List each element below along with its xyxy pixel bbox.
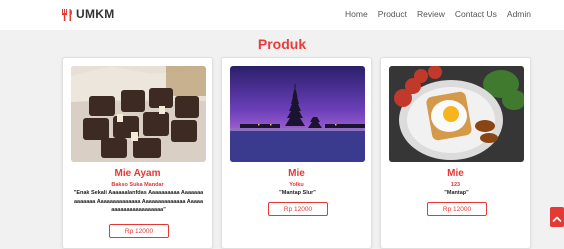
temple-image <box>230 66 365 162</box>
product-name: Mie Ayam <box>114 168 161 179</box>
nav-link-contact-us[interactable]: Contact Us <box>455 9 497 19</box>
nav-link-product[interactable]: Product <box>378 9 407 19</box>
navbar: UMKM Home Product Review Contact Us Admi… <box>0 0 564 30</box>
nav-links: Home Product Review Contact Us Admin <box>345 9 531 19</box>
product-subtitle: Bakso Suka Mandar <box>111 182 164 188</box>
nav-link-admin[interactable]: Admin <box>507 9 531 19</box>
brand-name: UMKM <box>76 7 115 21</box>
price-button[interactable]: Rp 12000 <box>427 202 487 216</box>
product-subtitle: 123 <box>450 182 461 188</box>
product-card: Mie Yolku "Mantap Slur" Rp 12000 <box>221 57 372 249</box>
price-button[interactable]: Rp 12000 <box>109 224 169 238</box>
scroll-to-top-button[interactable] <box>550 207 564 227</box>
section-title: Produk <box>257 36 307 52</box>
chevron-up-icon <box>552 208 562 227</box>
nav-link-review[interactable]: Review <box>417 9 445 19</box>
nav-link-home[interactable]: Home <box>345 9 368 19</box>
product-description: "Enak Sekali Aaaaaalanfdas Aaaaaaaaaa Aa… <box>73 190 204 214</box>
brand-logo[interactable]: UMKM <box>60 7 115 21</box>
product-card: Mie 123 "Mantap" Rp 12000 <box>380 57 531 249</box>
product-subtitle: Yolku <box>289 182 304 188</box>
utensils-icon <box>60 7 74 21</box>
product-name: Mie <box>447 168 464 179</box>
price-button[interactable]: Rp 12000 <box>268 202 328 216</box>
product-card: Mie Ayam Bakso Suka Mandar "Enak Sekali … <box>62 57 213 249</box>
chocolate-image <box>71 66 206 162</box>
breakfast-image <box>389 66 524 162</box>
product-description: "Mantap Slur" <box>279 190 316 196</box>
product-name: Mie <box>288 168 305 179</box>
product-description: "Mantap" <box>444 190 469 196</box>
